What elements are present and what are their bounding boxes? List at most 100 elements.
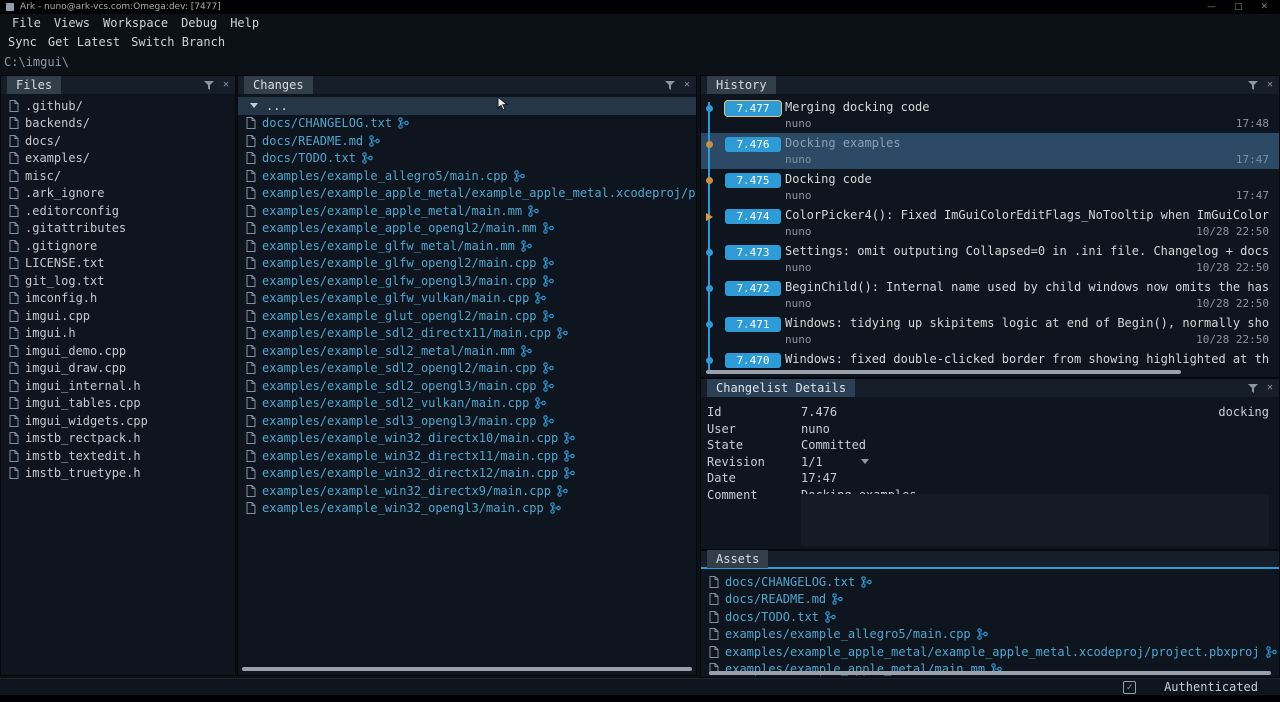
state-value: Committed	[801, 437, 866, 454]
horizontal-scrollbar[interactable]	[706, 370, 1181, 374]
changed-file-row[interactable]: examples/example_sdl2_opengl2/main.cpp	[238, 360, 696, 378]
changed-file-row[interactable]: examples/example_glfw_vulkan/main.cpp	[238, 290, 696, 308]
changed-file-row[interactable]: examples/example_win32_directx9/main.cpp	[238, 482, 696, 500]
changed-file-row[interactable]: docs/TODO.txt	[238, 150, 696, 168]
changed-file-row[interactable]: examples/example_apple_opengl2/main.mm	[238, 220, 696, 238]
changed-file-row[interactable]: examples/example_glfw_opengl3/main.cpp	[238, 272, 696, 290]
asset-row[interactable]: examples/example_apple_metal/example_app…	[701, 643, 1279, 661]
file-row[interactable]: examples/	[1, 150, 235, 168]
menu-item[interactable]: Workspace	[101, 16, 170, 30]
changed-file-row[interactable]: docs/README.md	[238, 132, 696, 150]
changed-file-row[interactable]: examples/example_sdl2_directx11/main.cpp	[238, 325, 696, 343]
changed-file-row[interactable]: examples/example_sdl2_vulkan/main.cpp	[238, 395, 696, 413]
document-icon	[246, 170, 256, 182]
toolbar-button[interactable]: Sync	[8, 35, 37, 49]
filter-icon[interactable]	[1248, 384, 1258, 393]
filter-icon[interactable]	[665, 81, 675, 90]
changed-file-row[interactable]: examples/example_win32_directx10/main.cp…	[238, 430, 696, 448]
minimize-button[interactable]: —	[1207, 2, 1216, 12]
filter-icon[interactable]	[204, 81, 214, 90]
file-row[interactable]: .github/	[1, 97, 235, 115]
file-row[interactable]: imgui_draw.cpp	[1, 360, 235, 378]
menu-item[interactable]: Debug	[179, 16, 219, 30]
title-bar: Ark - nuno@ark-vcs.com:Omega:dev: [7477]…	[0, 0, 1280, 14]
file-row[interactable]: imgui_tables.cpp	[1, 395, 235, 413]
maximize-button[interactable]: □	[1234, 2, 1243, 12]
asset-row[interactable]: examples/example_apple_metal/main.mm	[701, 661, 1279, 679]
changes-root-row[interactable]: ...	[238, 97, 696, 115]
changed-file-row[interactable]: examples/example_apple_metal/main.mm	[238, 202, 696, 220]
file-row[interactable]: .editorconfig	[1, 202, 235, 220]
document-icon	[246, 152, 256, 164]
assets-panel-title: Assets	[707, 550, 768, 568]
document-icon	[246, 205, 256, 217]
file-row[interactable]: misc/	[1, 167, 235, 185]
changed-file-name: examples/example_allegro5/main.cpp	[262, 169, 508, 183]
revision-dropdown[interactable]: 1/1	[801, 454, 869, 471]
file-row[interactable]: imstb_rectpack.h	[1, 430, 235, 448]
document-icon	[246, 275, 256, 287]
changed-file-row[interactable]: examples/example_allegro5/main.cpp	[238, 167, 696, 185]
changed-file-row[interactable]: examples/example_glfw_metal/main.mm	[238, 237, 696, 255]
file-row[interactable]: imgui.h	[1, 325, 235, 343]
file-name: .ark_ignore	[25, 186, 104, 200]
menu-item[interactable]: Views	[52, 16, 92, 30]
commit-graph-node-icon	[706, 285, 713, 292]
file-row[interactable]: imgui_demo.cpp	[1, 342, 235, 360]
branch-icon	[543, 222, 554, 234]
file-row[interactable]: .ark_ignore	[1, 185, 235, 203]
file-row[interactable]: LICENSE.txt	[1, 255, 235, 273]
commit-row[interactable]: 7.473 Settings: omit outputing Collapsed…	[701, 241, 1279, 277]
changed-file-row[interactable]: examples/example_apple_metal/example_app…	[238, 185, 696, 203]
comment-box[interactable]	[801, 494, 1269, 546]
expander-icon[interactable]	[250, 103, 258, 108]
changed-file-row[interactable]: examples/example_sdl2_opengl3/main.cpp	[238, 377, 696, 395]
file-row[interactable]: imgui.cpp	[1, 307, 235, 325]
changed-file-row[interactable]: examples/example_glut_opengl2/main.cpp	[238, 307, 696, 325]
close-button[interactable]: ✕	[1260, 2, 1268, 12]
user-value: nuno	[801, 421, 830, 438]
commit-row[interactable]: 7.471 Windows: tidying up skipitems logi…	[701, 313, 1279, 349]
file-row[interactable]: imgui_widgets.cpp	[1, 412, 235, 430]
file-row[interactable]: imgui_internal.h	[1, 377, 235, 395]
file-row[interactable]: git_log.txt	[1, 272, 235, 290]
changed-file-row[interactable]: examples/example_sdl3_opengl3/main.cpp	[238, 412, 696, 430]
close-panel-icon[interactable]: ✕	[1267, 80, 1273, 90]
horizontal-scrollbar[interactable]	[242, 667, 692, 671]
asset-name: examples/example_allegro5/main.cpp	[725, 627, 971, 641]
file-row[interactable]: docs/	[1, 132, 235, 150]
asset-row[interactable]: docs/TODO.txt	[701, 608, 1279, 626]
horizontal-scrollbar[interactable]	[709, 671, 1271, 675]
changed-file-row[interactable]: examples/example_glfw_opengl2/main.cpp	[238, 255, 696, 273]
filter-icon[interactable]	[1248, 81, 1258, 90]
asset-row[interactable]: docs/CHANGELOG.txt	[701, 573, 1279, 591]
file-row[interactable]: backends/	[1, 115, 235, 133]
changed-file-row[interactable]: docs/CHANGELOG.txt	[238, 115, 696, 133]
commit-row[interactable]: 7.474 ColorPicker4(): Fixed ImGuiColorEd…	[701, 205, 1279, 241]
document-icon	[246, 502, 256, 514]
changed-file-row[interactable]: examples/example_win32_opengl3/main.cpp	[238, 500, 696, 518]
toolbar-button[interactable]: Get Latest	[48, 35, 120, 49]
file-row[interactable]: imstb_textedit.h	[1, 447, 235, 465]
changed-file-row[interactable]: examples/example_win32_directx12/main.cp…	[238, 465, 696, 483]
menu-item[interactable]: Help	[228, 16, 261, 30]
document-icon	[709, 611, 719, 623]
commit-row[interactable]: 7.475 Docking code nuno 17:47	[701, 169, 1279, 205]
menu-item[interactable]: File	[10, 16, 43, 30]
toolbar-button[interactable]: Switch Branch	[131, 35, 225, 49]
close-panel-icon[interactable]: ✕	[1267, 383, 1273, 393]
asset-row[interactable]: examples/example_allegro5/main.cpp	[701, 626, 1279, 644]
file-row[interactable]: .gitattributes	[1, 220, 235, 238]
commit-row[interactable]: 7.472 BeginChild(): Internal name used b…	[701, 277, 1279, 313]
file-row[interactable]: imconfig.h	[1, 290, 235, 308]
close-panel-icon[interactable]: ✕	[223, 80, 229, 90]
commit-row[interactable]: 7.476 Docking examples nuno 17:47	[701, 133, 1279, 169]
close-panel-icon[interactable]: ✕	[684, 80, 690, 90]
asset-row[interactable]: docs/README.md	[701, 591, 1279, 609]
commit-row[interactable]: 7.477 Merging docking code nuno 17:48	[701, 97, 1279, 133]
file-row[interactable]: .gitignore	[1, 237, 235, 255]
changed-file-row[interactable]: examples/example_sdl2_metal/main.mm	[238, 342, 696, 360]
changed-file-row[interactable]: examples/example_win32_directx11/main.cp…	[238, 447, 696, 465]
file-row[interactable]: imstb_truetype.h	[1, 465, 235, 483]
document-icon	[9, 117, 19, 129]
